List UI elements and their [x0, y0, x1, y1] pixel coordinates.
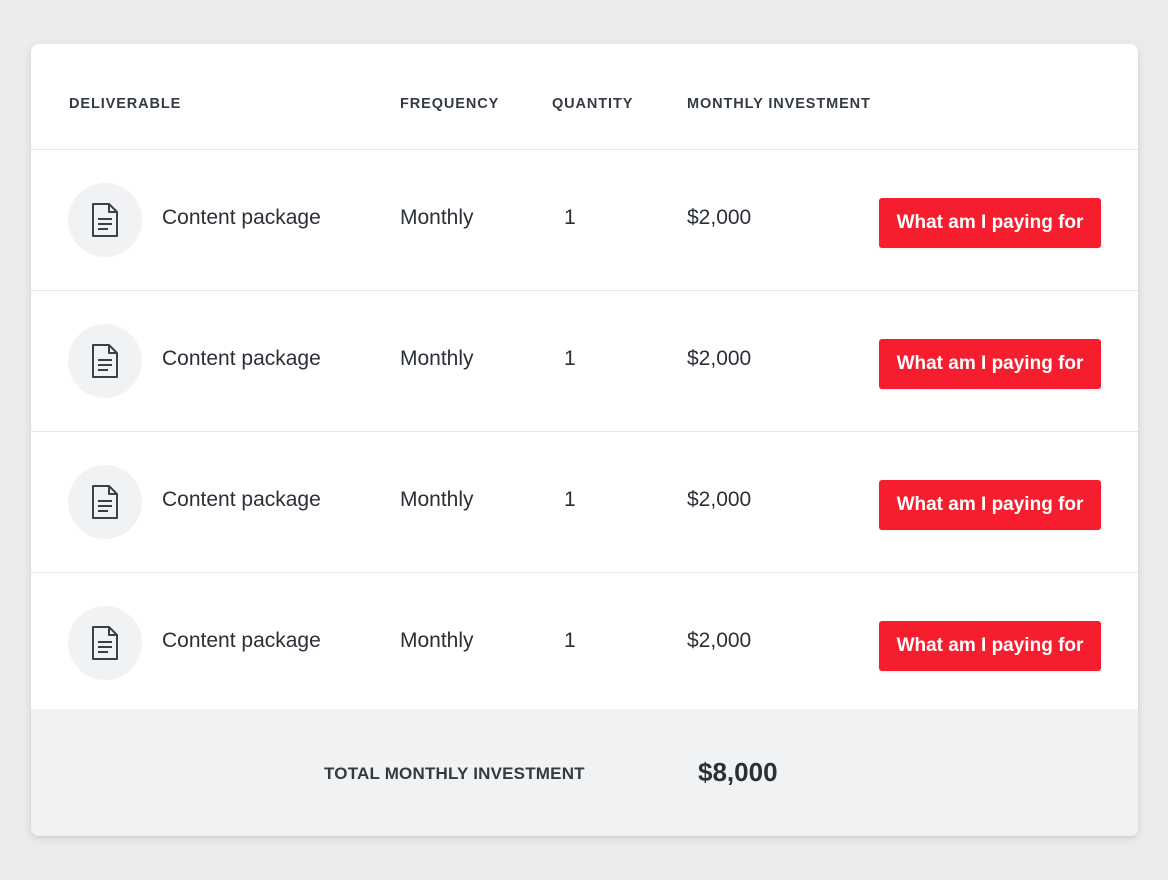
monthly-investment-value: $2,000 — [687, 629, 752, 652]
table-row: Content package Monthly 1 $2,000 What am… — [31, 432, 1138, 573]
column-header-frequency: FREQUENCY — [400, 96, 500, 112]
total-monthly-investment-value: $8,000 — [698, 757, 778, 787]
frequency-value: Monthly — [400, 206, 474, 229]
deliverable-name: Content package — [162, 488, 321, 511]
monthly-investment-value: $2,000 — [687, 488, 752, 511]
what-am-i-paying-for-button[interactable]: What am I paying for — [879, 621, 1101, 671]
document-icon — [68, 465, 142, 539]
deliverable-name: Content package — [162, 629, 321, 652]
monthly-investment-value: $2,000 — [687, 347, 752, 370]
deliverable-name: Content package — [162, 206, 321, 229]
what-am-i-paying-for-button[interactable]: What am I paying for — [879, 480, 1101, 530]
column-header-quantity: QUANTITY — [552, 96, 634, 112]
what-am-i-paying-for-button[interactable]: What am I paying for — [879, 339, 1101, 389]
table-row: Content package Monthly 1 $2,000 What am… — [31, 573, 1138, 714]
total-monthly-investment-label: TOTAL MONTHLY INVESTMENT — [324, 764, 585, 783]
table-row: Content package Monthly 1 $2,000 What am… — [31, 291, 1138, 432]
what-am-i-paying-for-button[interactable]: What am I paying for — [879, 198, 1101, 248]
column-header-monthly-investment: MONTHLY INVESTMENT — [687, 96, 871, 112]
document-icon — [68, 606, 142, 680]
deliverable-name: Content package — [162, 347, 321, 370]
quantity-value: 1 — [564, 347, 576, 370]
monthly-investment-value: $2,000 — [687, 206, 752, 229]
quantity-value: 1 — [564, 206, 576, 229]
frequency-value: Monthly — [400, 488, 474, 511]
table-row: Content package Monthly 1 $2,000 What am… — [31, 150, 1138, 291]
document-icon — [68, 324, 142, 398]
quantity-value: 1 — [564, 629, 576, 652]
document-icon — [68, 183, 142, 257]
total-footer: TOTAL MONTHLY INVESTMENT $8,000 — [31, 709, 1138, 836]
investment-table-card: DELIVERABLE FREQUENCY QUANTITY MONTHLY I… — [31, 44, 1138, 836]
frequency-value: Monthly — [400, 629, 474, 652]
table-header: DELIVERABLE FREQUENCY QUANTITY MONTHLY I… — [31, 44, 1138, 150]
column-header-deliverable: DELIVERABLE — [69, 96, 182, 112]
frequency-value: Monthly — [400, 347, 474, 370]
quantity-value: 1 — [564, 488, 576, 511]
